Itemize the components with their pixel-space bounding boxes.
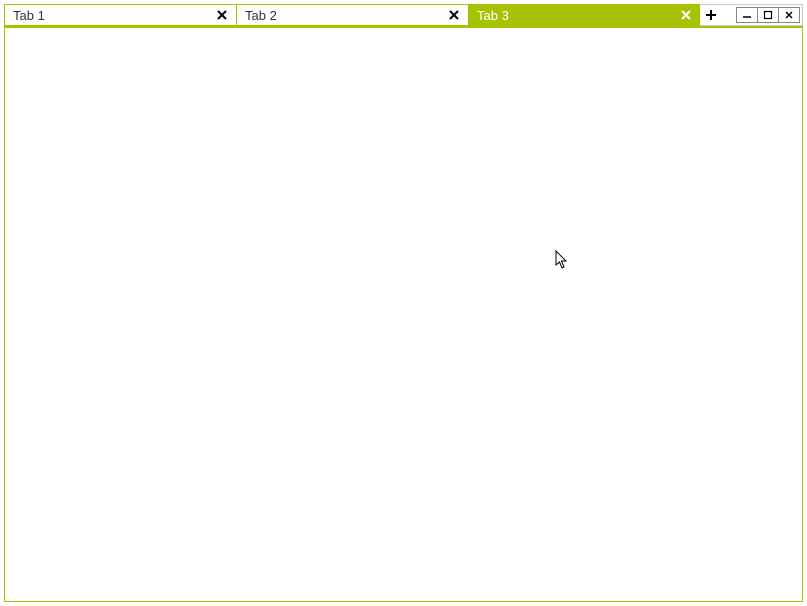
close-icon xyxy=(449,10,459,20)
close-window-button[interactable] xyxy=(778,7,800,23)
tab-3[interactable]: Tab 3 xyxy=(468,4,700,26)
minimize-icon xyxy=(742,10,752,20)
titlebar-spacer xyxy=(722,4,734,26)
titlebar: Tab 1 Tab 2 Tab 3 xyxy=(4,4,803,26)
close-icon xyxy=(784,10,794,20)
tab-label: Tab 1 xyxy=(13,8,214,23)
plus-icon xyxy=(705,9,717,21)
tab-close-button[interactable] xyxy=(214,7,230,23)
tab-1[interactable]: Tab 1 xyxy=(4,4,236,26)
tab-label: Tab 3 xyxy=(477,8,678,23)
tab-strip: Tab 1 Tab 2 Tab 3 xyxy=(4,4,700,26)
app-window: Tab 1 Tab 2 Tab 3 xyxy=(0,0,807,606)
cursor-icon xyxy=(555,250,571,270)
window-controls xyxy=(734,4,803,26)
tab-label: Tab 2 xyxy=(245,8,446,23)
minimize-button[interactable] xyxy=(736,7,758,23)
tab-close-button[interactable] xyxy=(678,7,694,23)
tab-2[interactable]: Tab 2 xyxy=(236,4,468,26)
add-tab-button[interactable] xyxy=(700,4,722,26)
tab-close-button[interactable] xyxy=(446,7,462,23)
close-icon xyxy=(681,10,691,20)
close-icon xyxy=(217,10,227,20)
content-area xyxy=(4,26,803,602)
maximize-button[interactable] xyxy=(757,7,779,23)
maximize-icon xyxy=(763,10,773,20)
